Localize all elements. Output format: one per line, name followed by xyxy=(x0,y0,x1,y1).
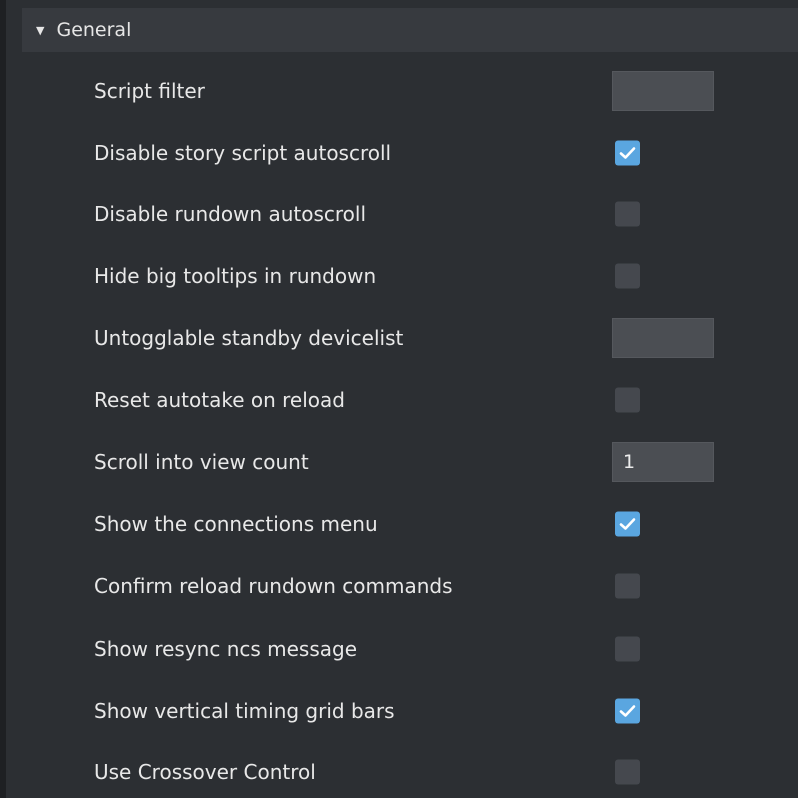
setting-row-untogglable-standby-devicelist: Untogglable standby devicelist xyxy=(6,307,798,369)
setting-row-show-resync-ncs: Show resync ncs message xyxy=(6,618,798,680)
section-title: General xyxy=(56,19,132,41)
setting-row-hide-big-tooltips: Hide big tooltips in rundown xyxy=(6,245,798,307)
setting-label: Disable story script autoscroll xyxy=(94,141,392,165)
confirm-reload-rundown-checkbox[interactable] xyxy=(615,573,640,599)
setting-label: Show resync ncs message xyxy=(94,637,358,661)
setting-label: Scroll into view count xyxy=(94,450,309,474)
untogglable-standby-devicelist-input[interactable] xyxy=(612,318,714,358)
reset-autotake-checkbox[interactable] xyxy=(615,387,640,413)
setting-row-disable-story-script-autoscroll: Disable story script autoscroll xyxy=(6,122,798,184)
scroll-into-view-count-input[interactable]: 1 xyxy=(612,442,714,482)
setting-row-confirm-reload-rundown: Confirm reload rundown commands xyxy=(6,555,798,617)
setting-label: Script filter xyxy=(94,79,205,103)
checkmark-icon xyxy=(619,147,636,159)
setting-row-scroll-into-view-count: Scroll into view count 1 xyxy=(6,431,798,493)
setting-label: Untogglable standby devicelist xyxy=(94,326,404,350)
show-vertical-timing-grid-checkbox[interactable] xyxy=(615,698,640,724)
setting-row-show-vertical-timing-grid: Show vertical timing grid bars xyxy=(6,680,798,742)
section-header-general[interactable]: ▼ General xyxy=(22,8,798,52)
disable-story-script-autoscroll-checkbox[interactable] xyxy=(615,140,640,166)
setting-row-script-filter: Script filter xyxy=(6,60,798,122)
checkmark-icon xyxy=(619,705,636,717)
setting-label: Use Crossover Control xyxy=(94,760,316,784)
setting-label: Show the connections menu xyxy=(94,512,378,536)
checkmark-icon xyxy=(619,518,636,530)
hide-big-tooltips-checkbox[interactable] xyxy=(615,263,640,289)
show-connections-menu-checkbox[interactable] xyxy=(615,511,640,537)
setting-label: Reset autotake on reload xyxy=(94,388,345,412)
script-filter-input[interactable] xyxy=(612,71,714,111)
setting-row-show-connections-menu: Show the connections menu xyxy=(6,493,798,555)
setting-row-disable-rundown-autoscroll: Disable rundown autoscroll xyxy=(6,183,798,245)
setting-label: Confirm reload rundown commands xyxy=(94,574,453,598)
caret-down-icon[interactable]: ▼ xyxy=(36,24,44,37)
setting-label: Disable rundown autoscroll xyxy=(94,202,367,226)
show-resync-ncs-checkbox[interactable] xyxy=(615,636,640,662)
disable-rundown-autoscroll-checkbox[interactable] xyxy=(615,201,640,227)
setting-label: Hide big tooltips in rundown xyxy=(94,264,377,288)
use-crossover-control-checkbox[interactable] xyxy=(615,759,640,785)
setting-row-reset-autotake: Reset autotake on reload xyxy=(6,369,798,431)
setting-row-use-crossover-control: Use Crossover Control xyxy=(6,741,798,803)
setting-label: Show vertical timing grid bars xyxy=(94,699,395,723)
settings-panel: ▼ General Script filter Disable story sc… xyxy=(0,0,798,798)
